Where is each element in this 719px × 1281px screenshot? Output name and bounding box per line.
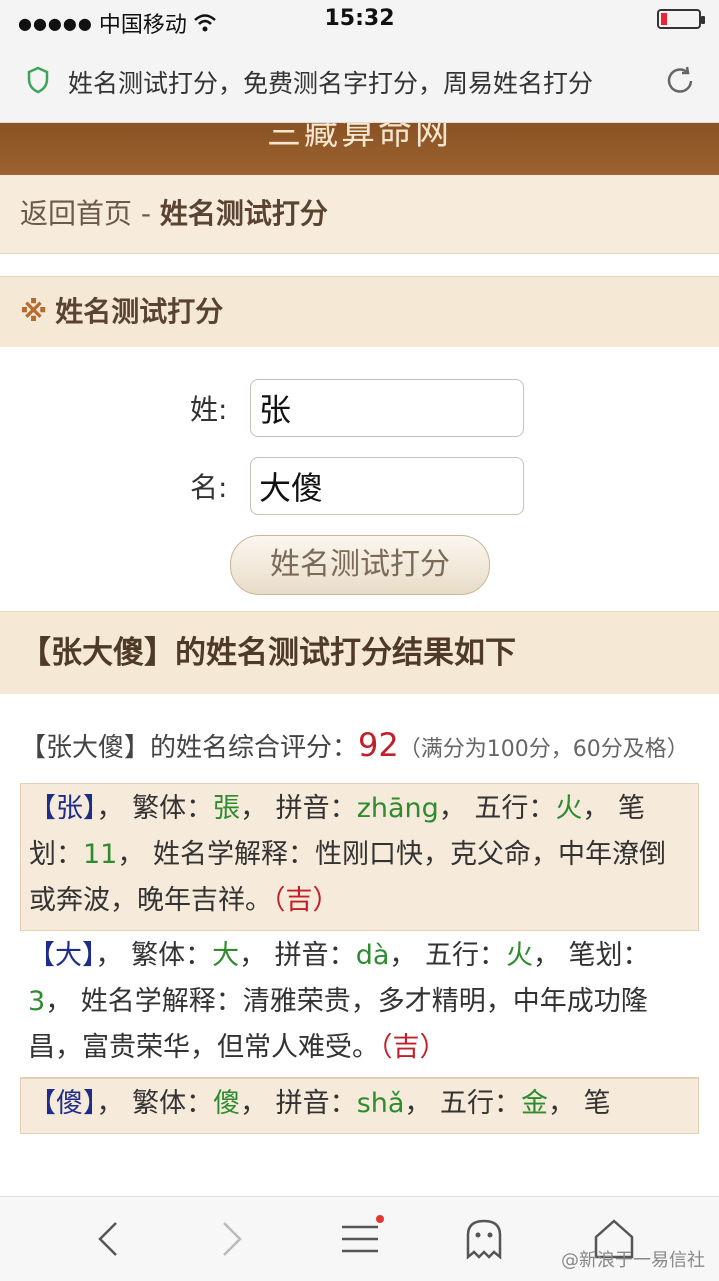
spacer [0,254,719,276]
entry-label: ， 拼音： [240,1088,357,1119]
entry-label: ， 繁体： [96,1088,214,1119]
form-section-title: 姓名测试打分 [55,295,224,328]
score-prefix: 【张大傻】的姓名综合评分： [20,733,359,763]
entry-wuxing: 火 [505,940,533,971]
name-test-form: 姓: 名: 姓名测试打分 [0,347,719,595]
submit-button[interactable]: 姓名测试打分 [230,535,490,595]
status-time: 15:32 [324,6,395,31]
char-entry-da: 【大】， 繁体：大， 拼音：dà， 五行：火， 笔划：3， 姓名学解释：清雅荣贵… [20,931,699,1078]
browser-url-bar[interactable]: 姓名测试打分，免费测名字打分，周易姓名打分 [0,40,719,123]
entry-traditional: 張 [213,793,241,824]
surname-label: 姓: [190,393,228,426]
surname-row: 姓: [190,379,524,437]
given-name-input[interactable] [250,457,524,515]
entry-char: 【张】 [29,793,97,824]
page-title[interactable]: 姓名测试打分，免费测名字打分，周易姓名打分 [68,64,648,100]
entry-traditional: 大 [212,940,240,971]
score-note: （满分为100分，60分及格） [398,737,689,762]
entry-char: 【傻】 [29,1088,97,1119]
entry-pinyin: dà [355,940,390,971]
entry-label: ， 五行： [404,1088,522,1119]
entry-label: ， 五行： [389,940,506,971]
entry-strokes: 11 [83,839,118,870]
breadcrumb: 返回首页 - 姓名测试打分 [0,175,719,254]
entry-wuxing: 火 [555,793,583,824]
entry-pinyin: shǎ [356,1088,405,1119]
reload-icon[interactable] [663,64,697,98]
given-name-label: 名: [190,471,228,504]
ghost-icon[interactable] [460,1215,508,1263]
entry-label: ， 笔划： [532,940,650,971]
entry-label: ， 繁体： [95,940,213,971]
entry-label: ， 繁体： [96,793,214,824]
entry-luck: （吉） [272,885,340,916]
watermark: @新浪于一易信社 [561,1250,705,1271]
surname-input[interactable] [250,379,524,437]
breadcrumb-current: 姓名测试打分 [159,197,328,230]
entry-label: ， 姓名学解释： [45,986,243,1017]
forward-icon[interactable] [206,1215,254,1263]
entry-label: ， 拼音： [240,793,357,824]
entry-char: 【大】 [28,940,96,971]
entry-label: ， 五行： [438,793,556,824]
entry-luck: （吉） [379,1032,447,1063]
battery-icon [657,9,705,29]
breadcrumb-home-link[interactable]: 返回首页 [20,197,132,230]
site-name: 三藏算命网 [267,123,452,153]
score-value: 92 [358,726,399,764]
menu-icon[interactable] [336,1215,384,1263]
result-heading: 【张大傻】的姓名测试打分结果如下 [0,611,719,694]
char-entry-sha: 【傻】， 繁体：傻， 拼音：shǎ， 五行：金， 笔 [20,1078,699,1134]
overall-score: 【张大傻】的姓名综合评分：92（满分为100分，60分及格） [0,694,719,783]
entry-traditional: 傻 [213,1088,241,1119]
site-header: 三藏算命网 [0,123,719,175]
shield-icon [27,66,49,94]
entry-wuxing: 金 [521,1088,549,1119]
form-section-heading: ※ 姓名测试打分 [0,276,719,347]
char-entry-zhang: 【张】， 繁体：張， 拼音：zhāng， 五行：火， 笔划：11， 姓名学解释：… [20,783,699,931]
status-bar: ●●●●● 中国移动 15:32 [0,0,719,40]
breadcrumb-separator: - [132,197,160,230]
given-name-row: 名: [190,457,524,515]
entry-label: ， 笔 [548,1088,611,1119]
entry-strokes: 3 [28,986,46,1017]
reference-mark-icon: ※ [20,295,48,328]
back-icon[interactable] [86,1215,134,1263]
entry-pinyin: zhāng [356,793,439,824]
entry-label: ， 拼音： [239,940,356,971]
entry-label: ， 姓名学解释： [117,839,315,870]
